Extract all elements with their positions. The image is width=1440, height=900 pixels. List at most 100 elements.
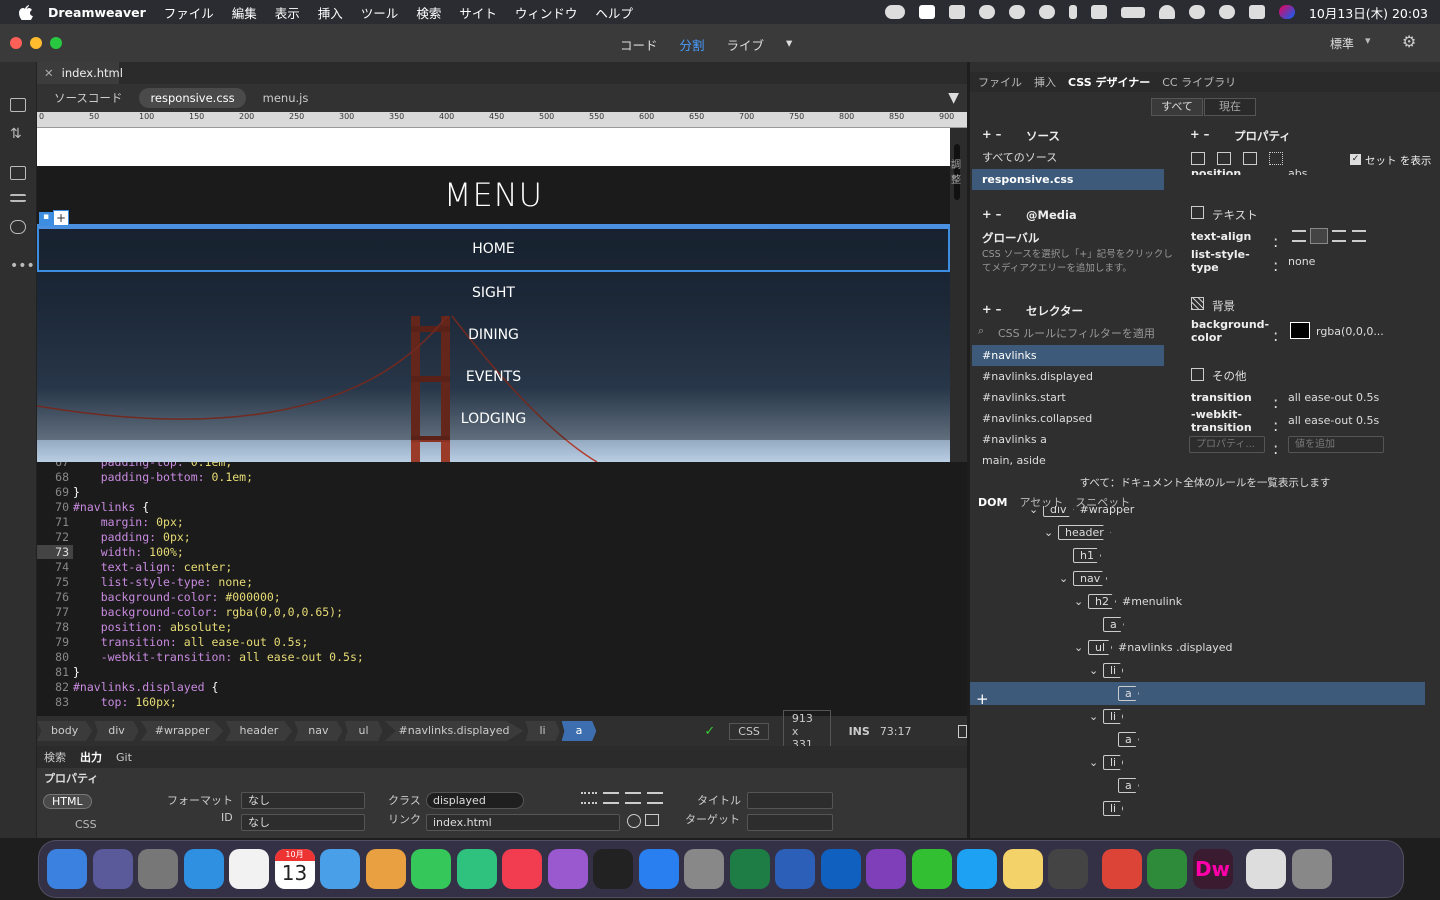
title-input[interactable] — [747, 792, 833, 809]
tag-wrapper[interactable]: #wrapper — [140, 721, 224, 741]
file-menu-js[interactable]: menu.js — [252, 88, 320, 108]
code-text[interactable]: list-style-type: none; — [73, 575, 253, 589]
calendar-icon[interactable]: 10月 13 — [274, 849, 315, 889]
tag-navlinks-displayed[interactable]: #navlinks.displayed — [384, 721, 524, 741]
file-source-code[interactable]: ソースコード — [43, 87, 133, 109]
tag-a[interactable]: a — [561, 721, 597, 741]
stickies-icon[interactable] — [1002, 849, 1043, 889]
dom-node[interactable]: ⌄ li — [970, 751, 1425, 774]
code-line[interactable]: 78 position: absolute; — [37, 620, 967, 635]
dom-node[interactable]: a — [970, 774, 1425, 797]
chevron-down-icon[interactable]: ▾ — [786, 35, 792, 54]
file-responsive-css[interactable]: responsive.css — [139, 88, 246, 108]
sync-icon[interactable] — [978, 5, 995, 19]
scope-all-button[interactable]: すべて — [1151, 98, 1203, 116]
file-icon[interactable] — [10, 98, 26, 112]
selector-navlinks-a[interactable]: #navlinks a — [972, 429, 1164, 450]
code-line[interactable]: 75 list-style-type: none; — [37, 575, 967, 590]
code-text[interactable]: } — [73, 485, 80, 499]
insert-mode[interactable]: INS — [849, 725, 870, 738]
app-store-icon[interactable] — [638, 849, 679, 889]
live-view-scrollbar[interactable]: 調整 — [950, 128, 967, 462]
code-text[interactable]: text-align: center; — [73, 560, 233, 574]
dom-tag[interactable]: nav — [1073, 571, 1108, 586]
code-text[interactable]: position: absolute; — [73, 620, 233, 634]
word-icon[interactable] — [775, 849, 815, 889]
nav-link-sight[interactable]: SIGHT — [37, 272, 950, 314]
target-icon[interactable] — [1038, 5, 1055, 19]
menu-heading[interactable]: MENU — [37, 166, 950, 224]
nav-link-events[interactable]: EVENTS — [37, 356, 950, 398]
nav-link-lodging[interactable]: LODGING — [37, 398, 950, 440]
dom-node[interactable]: ⌄ div #wrapper — [970, 506, 1425, 521]
code-line[interactable]: 73 width: 100%; — [37, 545, 967, 560]
app-menu[interactable]: Dreamweaver — [48, 5, 146, 20]
id-select[interactable]: なし — [241, 814, 365, 831]
code-text[interactable]: padding-bottom: 0.1em; — [73, 470, 253, 484]
chevron-down-icon[interactable]: ⌄ — [1074, 590, 1088, 613]
close-window-button[interactable] — [10, 37, 22, 49]
point-to-file-icon[interactable] — [627, 814, 641, 828]
menu-edit[interactable]: 編集 — [232, 3, 257, 22]
nav-link-dining[interactable]: DINING — [37, 314, 950, 356]
dom-tag[interactable]: li — [1103, 755, 1124, 770]
photos-icon[interactable] — [365, 849, 406, 889]
siri-icon[interactable] — [1278, 5, 1295, 19]
align-right-icon[interactable] — [1332, 230, 1346, 242]
menu-site[interactable]: サイト — [459, 3, 497, 22]
source-all[interactable]: すべてのソース — [972, 147, 1164, 168]
siri-icon[interactable] — [92, 849, 133, 889]
finder-icon[interactable] — [47, 849, 87, 889]
code-line[interactable]: 71 margin: 0px; — [37, 515, 967, 530]
text-icon[interactable] — [1217, 152, 1231, 165]
tab-output[interactable]: 出力 — [80, 749, 102, 765]
search-icon[interactable] — [1218, 5, 1235, 19]
code-text[interactable]: padding-top: 0.1em; — [73, 462, 233, 469]
chevron-down-icon[interactable]: ⌄ — [1089, 751, 1103, 774]
dom-node[interactable]: h1 — [970, 544, 1425, 567]
layout-icon[interactable] — [1191, 152, 1205, 165]
dom-node[interactable]: ⌄ header — [970, 521, 1425, 544]
code-line[interactable]: 82 #navlinks.displayed { — [37, 680, 967, 695]
code-text[interactable]: margin: 0px; — [73, 515, 184, 529]
chevron-down-icon[interactable]: ⌄ — [1089, 705, 1103, 728]
tab-git[interactable]: Git — [116, 751, 132, 764]
code-editor[interactable]: 67 padding-top: 0.1em; 68 padding-bottom:… — [37, 462, 967, 716]
add-property-icon[interactable]: + – — [1190, 127, 1209, 141]
messages-icon[interactable] — [411, 849, 451, 889]
dom-tag[interactable]: ul — [1088, 640, 1113, 655]
ordered-list-icon[interactable] — [603, 792, 619, 804]
archive-icon[interactable] — [1246, 849, 1286, 889]
align-center-icon[interactable] — [1310, 228, 1328, 244]
dom-node[interactable]: ⌄ nav — [970, 567, 1425, 590]
sort-arrows-icon[interactable]: ⇅ — [10, 126, 26, 142]
indent-icon[interactable] — [10, 194, 26, 202]
excel-icon[interactable] — [729, 849, 770, 889]
tag-body[interactable]: body — [37, 721, 93, 741]
dom-node[interactable]: ⌄ ul #navlinks .displayed — [970, 636, 1425, 659]
unordered-list-icon[interactable] — [581, 792, 597, 804]
input-method-icon[interactable] — [1090, 5, 1107, 19]
list-style-type-value[interactable]: none — [1288, 255, 1315, 268]
code-text[interactable]: background-color: #000000; — [73, 590, 281, 604]
view-live-button[interactable]: ライブ — [727, 35, 765, 54]
launchpad-icon[interactable] — [138, 849, 178, 889]
new-value-input[interactable]: 値を追加 — [1288, 436, 1384, 453]
dom-tag[interactable]: a — [1118, 732, 1139, 747]
css-mode-button[interactable]: CSS — [75, 818, 97, 831]
battery-icon[interactable] — [1120, 6, 1145, 18]
code-line[interactable]: 68 padding-bottom: 0.1em; — [37, 470, 967, 485]
chevron-down-icon[interactable]: ⌄ — [1029, 506, 1043, 521]
tab-css-designer[interactable]: CSS デザイナー — [1068, 74, 1150, 90]
list-icon[interactable] — [10, 166, 26, 180]
chevron-down-icon[interactable]: ▾ — [1365, 34, 1371, 47]
tag-nav[interactable]: nav — [294, 721, 343, 741]
check-circle-icon[interactable] — [1008, 5, 1025, 19]
bluetooth-icon[interactable] — [1068, 5, 1077, 19]
dom-tag[interactable]: div — [1043, 506, 1074, 517]
preview-icon[interactable] — [957, 724, 967, 738]
dom-tag[interactable]: h1 — [1073, 548, 1101, 563]
background-icon[interactable] — [1269, 152, 1283, 165]
chrome-icon[interactable] — [1101, 849, 1142, 889]
line-icon[interactable] — [911, 849, 952, 889]
